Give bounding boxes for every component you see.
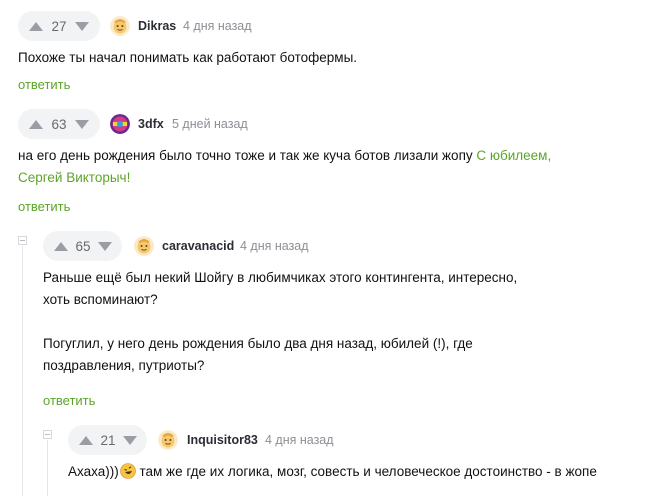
colorful-avatar-icon[interactable] bbox=[110, 114, 130, 134]
downvote-icon[interactable] bbox=[97, 240, 113, 252]
rating-value: 65 bbox=[75, 238, 91, 254]
default-avatar-icon[interactable] bbox=[134, 236, 154, 256]
default-avatar-icon[interactable] bbox=[158, 430, 178, 450]
thread-line bbox=[22, 246, 23, 496]
comment-line: Раньше ещё был некий Шойгу в любимчиках … bbox=[43, 270, 518, 285]
comment-text-part: там же где их логика, мозг, совесть и че… bbox=[135, 464, 597, 479]
upvote-icon[interactable] bbox=[78, 434, 94, 446]
rating-value: 63 bbox=[51, 116, 67, 132]
comment-text: на его день рождения было точно тоже и т… bbox=[18, 145, 551, 189]
rating-widget: 65 bbox=[43, 231, 122, 261]
thread-line bbox=[47, 440, 48, 496]
author-name[interactable]: 3dfx bbox=[138, 117, 164, 131]
comment-date[interactable]: 5 дней назад bbox=[172, 117, 248, 131]
reply-button[interactable]: ответить bbox=[43, 393, 95, 408]
comment-date[interactable]: 4 дня назад bbox=[183, 19, 252, 33]
rating-value: 27 bbox=[51, 18, 67, 34]
comment-line: хоть вспоминают? bbox=[43, 292, 158, 307]
comment-line: Похоже ты начал понимать как работают бо… bbox=[18, 50, 358, 65]
greeting-link-continued[interactable]: Сергей Викторыч! bbox=[18, 170, 130, 185]
comment-text: Похоже ты начал понимать как работают бо… bbox=[18, 47, 357, 69]
author-name[interactable]: caravanacid bbox=[162, 239, 234, 253]
rating-widget: 27 bbox=[18, 11, 100, 41]
downvote-icon[interactable] bbox=[122, 434, 138, 446]
downvote-icon[interactable] bbox=[74, 118, 90, 130]
rofl-emoji-icon bbox=[119, 463, 136, 479]
upvote-icon[interactable] bbox=[28, 20, 44, 32]
comment-line: поздравления, путриоты? bbox=[43, 358, 205, 373]
author-name[interactable]: Inquisitor83 bbox=[187, 433, 258, 447]
collapse-thread-button[interactable] bbox=[18, 236, 27, 245]
upvote-icon[interactable] bbox=[28, 118, 44, 130]
greeting-link[interactable]: С юбилеем, bbox=[476, 148, 551, 163]
comment-text: Раньше ещё был некий Шойгу в любимчиках … bbox=[43, 267, 517, 377]
rating-widget: 63 bbox=[18, 109, 100, 139]
comment-text-part: на его день рождения было точно тоже и т… bbox=[18, 148, 477, 163]
comment-line: Погуглил, у него день рождения было два … bbox=[43, 336, 473, 351]
reply-button[interactable]: ответить bbox=[18, 199, 70, 214]
default-avatar-icon[interactable] bbox=[110, 16, 130, 36]
downvote-icon[interactable] bbox=[74, 20, 90, 32]
rating-value: 21 bbox=[100, 432, 116, 448]
collapse-thread-button[interactable] bbox=[43, 430, 52, 439]
reply-button[interactable]: ответить bbox=[18, 77, 70, 92]
comment-date[interactable]: 4 дня назад bbox=[240, 239, 309, 253]
comment-text-part: Ахаха))) bbox=[68, 464, 119, 479]
upvote-icon[interactable] bbox=[53, 240, 69, 252]
comment-date[interactable]: 4 дня назад bbox=[265, 433, 334, 447]
rating-widget: 21 bbox=[68, 425, 147, 455]
author-name[interactable]: Dikras bbox=[138, 19, 176, 33]
comment-text: Ахаха))) там же где их логика, мозг, сов… bbox=[68, 461, 597, 483]
